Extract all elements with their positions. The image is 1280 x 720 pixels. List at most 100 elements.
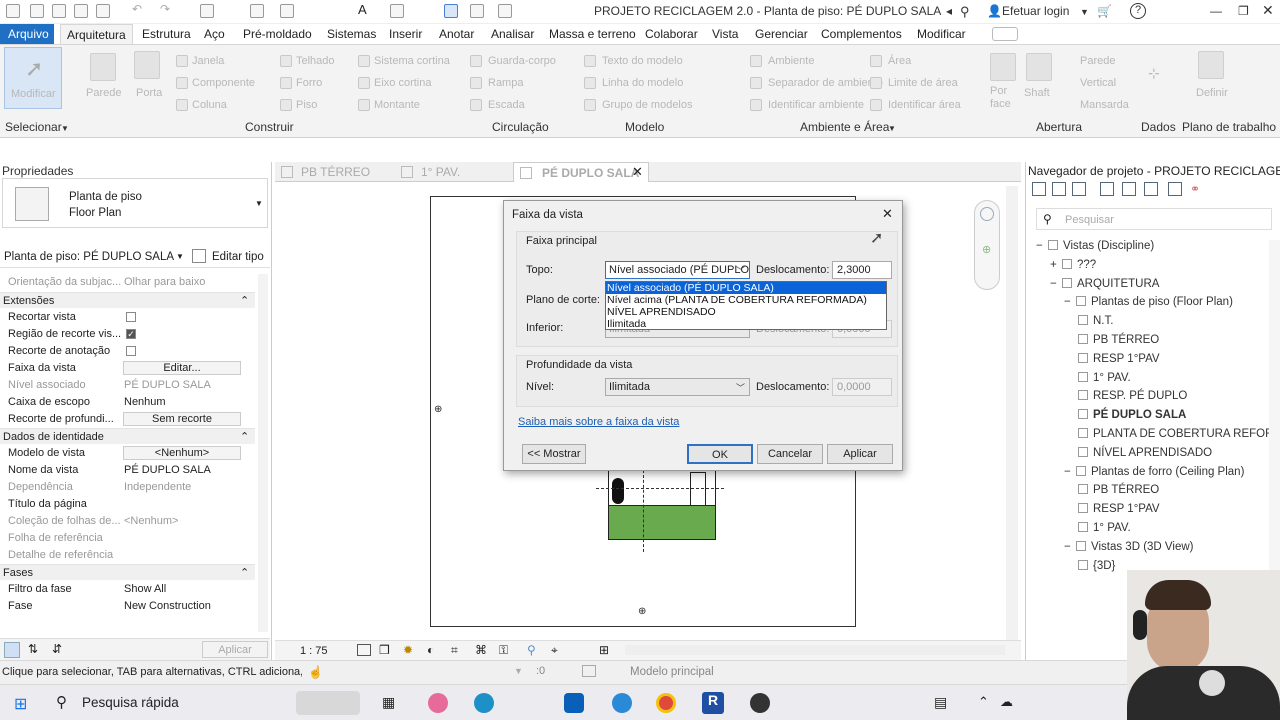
tab-analisar[interactable]: Analisar [491, 27, 534, 41]
sync-icon[interactable] [96, 4, 110, 18]
views-icon[interactable] [1052, 182, 1066, 196]
collapse-icon[interactable]: − [1050, 278, 1062, 290]
crop-view-checkbox[interactable] [126, 312, 136, 322]
sort-icon[interactable] [4, 642, 20, 658]
browser-search[interactable]: ⚲ Pesquisar [1036, 208, 1272, 230]
tab-active[interactable]: PÉ DUPLO SALA ✕ [513, 162, 649, 182]
sheets-icon[interactable] [1072, 182, 1086, 196]
dropdown-option-above[interactable]: Nível acima (PLANTA DE COBERTURA REFORMA… [606, 294, 886, 306]
learn-more-link[interactable]: Saiba mais sobre a faixa da vista [518, 416, 679, 428]
links-icon[interactable] [1168, 182, 1182, 196]
print-icon[interactable] [200, 4, 214, 18]
tray-keyboard-icon[interactable]: ▤ [934, 694, 947, 711]
help-icon[interactable]: ? [1130, 3, 1146, 19]
railing-button[interactable]: Guarda-corpo [488, 55, 556, 67]
zoom-icon[interactable]: ⊕ [982, 243, 991, 256]
close-icon[interactable]: ✕ [1262, 2, 1274, 19]
tab-pre-moldado[interactable]: Pré-moldado [243, 27, 312, 41]
browser-tree-item[interactable]: NÍVEL APRENDISADO [1078, 446, 1212, 459]
save-icon[interactable] [74, 4, 88, 18]
apply-button[interactable]: Aplicar [202, 641, 268, 658]
by-face-button[interactable]: Por face [990, 85, 1020, 111]
browser-tree-item[interactable]: − ARQUITETURA [1050, 277, 1159, 290]
annotation-crop-checkbox[interactable] [126, 346, 136, 356]
floor-button[interactable]: Piso [296, 99, 317, 111]
model-line-button[interactable]: Linha do modelo [602, 77, 683, 89]
tab-inserir[interactable]: Inserir [389, 27, 422, 41]
login-dropdown-icon[interactable]: ▼ [1080, 7, 1089, 17]
windows-start-icon[interactable]: ⊞ [14, 694, 27, 714]
tab-colaborar[interactable]: Colaborar [645, 27, 698, 41]
vertical-opening-button[interactable]: Vertical [1080, 77, 1116, 89]
tag-area-button[interactable]: Identificar área [888, 99, 961, 111]
revit-links-icon[interactable]: ⚭ [1190, 182, 1200, 196]
switch-windows-icon[interactable] [498, 4, 512, 18]
wall-opening-button[interactable]: Parede [1080, 55, 1115, 67]
outlook-icon[interactable] [564, 693, 584, 713]
restore-icon[interactable]: ❐ [1238, 4, 1249, 18]
tab-modificar[interactable]: Modificar [917, 27, 966, 41]
browser-tree-item[interactable]: RESP 1°PAV [1078, 503, 1160, 515]
browser-tree-item[interactable]: PLANTA DE COBERTURA REFOR [1078, 428, 1273, 440]
browser-tree-item[interactable]: − Vistas 3D (3D View) [1064, 540, 1193, 553]
app-icon[interactable] [612, 693, 632, 713]
close-tab-icon[interactable]: ✕ [632, 164, 643, 180]
main-model-label[interactable]: Modelo principal [630, 666, 714, 678]
home-icon[interactable] [1032, 182, 1046, 196]
browser-tree-item[interactable]: − Plantas de forro (Ceiling Plan) [1064, 465, 1244, 478]
dropdown-option-aprendisado[interactable]: NÍVEL APRENDISADO [606, 306, 886, 318]
minimize-icon[interactable]: — [1210, 4, 1222, 18]
canvas-v-scrollbar[interactable] [1006, 186, 1018, 640]
define-button[interactable]: Definir [1196, 87, 1228, 99]
modify-button[interactable]: ➚ Modificar [4, 47, 62, 109]
tab-gerenciar[interactable]: Gerenciar [755, 27, 808, 41]
panel-room-area[interactable]: Ambiente e Área [800, 120, 889, 134]
browser-tree-item[interactable]: +??? [1050, 258, 1096, 271]
measure-icon[interactable] [250, 4, 264, 18]
instance-filter[interactable]: Planta de piso: PÉ DUPLO SALA [4, 251, 174, 263]
reveal-hidden-icon[interactable]: ⌖ [551, 643, 558, 658]
tab-pe-duplo-sala[interactable]: PÉ DUPLO SALA [542, 166, 639, 180]
expand-icon[interactable]: + [1050, 259, 1062, 271]
families-icon[interactable] [1122, 182, 1136, 196]
ceiling-button[interactable]: Forro [296, 77, 322, 89]
cart-icon[interactable]: 🛒 [1097, 4, 1112, 18]
show-crop-icon[interactable]: ⌘ [475, 643, 487, 657]
tab-complementos[interactable]: Complementos [821, 27, 902, 41]
canvas-h-scrollbar[interactable] [625, 645, 1005, 655]
type-dropdown-icon[interactable]: ▼ [255, 199, 263, 208]
chrome-icon[interactable] [656, 693, 676, 713]
dormer-button[interactable]: Mansarda [1080, 99, 1129, 111]
schedules-icon[interactable] [1100, 182, 1114, 196]
collapse-icon[interactable]: ⌃ [240, 430, 249, 443]
curtain-grid-button[interactable]: Eixo cortina [374, 77, 431, 89]
3d-view-icon[interactable] [390, 4, 404, 18]
browser-tree-item[interactable]: N.T. [1078, 315, 1113, 327]
model-group-button[interactable]: Grupo de modelos [602, 99, 693, 111]
expand-icon[interactable]: ◂ [946, 4, 952, 18]
window-button[interactable]: Janela [192, 55, 224, 67]
text-icon[interactable]: A [358, 2, 372, 17]
select-dropdown-icon[interactable]: ▼ [61, 124, 69, 133]
tab-pb-terreo[interactable]: PB TÉRREO [301, 165, 370, 179]
edge-icon[interactable] [474, 693, 494, 713]
browser-tree-item[interactable]: PB TÉRREO [1078, 334, 1159, 346]
level-combo[interactable]: Ilimitada ﹀ [605, 378, 750, 396]
collapse-icon[interactable]: ⌃ [240, 566, 249, 579]
top-combo[interactable]: Nível associado (PÉ DUPLO ﹀ [605, 261, 750, 279]
apply-button[interactable]: Aplicar [827, 444, 893, 464]
roof-button[interactable]: Telhado [296, 55, 335, 67]
collapse-icon[interactable]: − [1064, 296, 1076, 308]
browser-tree-item[interactable]: RESP. PÉ DUPLO [1078, 390, 1187, 402]
collapse-icon[interactable]: ⌃ [240, 294, 249, 307]
collapse-icon[interactable]: − [1064, 541, 1076, 553]
tray-onedrive-icon[interactable]: ☁ [1000, 694, 1013, 710]
room-area-dropdown-icon[interactable]: ▼ [888, 124, 896, 133]
section-phases[interactable]: Fases ⌃ [0, 564, 255, 580]
revit-icon[interactable]: R [702, 692, 724, 714]
tab-arquitetura[interactable]: Arquitetura [60, 24, 133, 45]
dialog-close-icon[interactable]: ✕ [882, 206, 893, 222]
section-identity[interactable]: Dados de identidade ⌃ [0, 428, 255, 444]
browser-tree-item[interactable]: − Vistas (Discipline) [1036, 240, 1154, 252]
home-icon[interactable] [30, 4, 44, 18]
